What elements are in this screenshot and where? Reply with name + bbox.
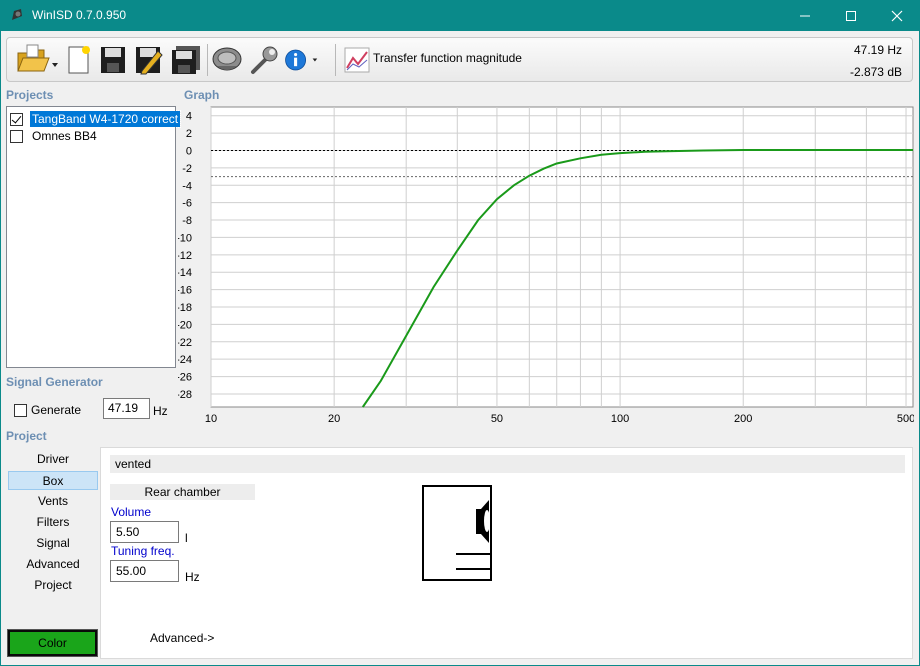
project-section-label: Project — [6, 429, 47, 443]
projects-section-label: Projects — [6, 88, 54, 102]
y-tick-label: -22 — [178, 337, 192, 349]
projects-list[interactable]: TangBand W4-1720 correct Omnes BB4 — [6, 106, 182, 368]
project-checkbox[interactable] — [10, 112, 23, 126]
graph-section-label: Graph — [184, 88, 220, 102]
generator-frequency-input[interactable]: 47.19 — [103, 398, 150, 419]
tuning-freq-unit: Hz — [185, 570, 200, 584]
save-as-button[interactable] — [132, 42, 166, 78]
app-icon — [12, 9, 22, 20]
save-all-button[interactable] — [169, 42, 203, 78]
driver-editor-button[interactable] — [210, 42, 244, 78]
tuning-freq-label: Tuning freq. — [111, 544, 175, 558]
nav-item-advanced[interactable]: Advanced — [8, 555, 98, 574]
nav-item-filters[interactable]: Filters — [8, 513, 98, 532]
volume-unit: l — [185, 531, 188, 545]
generate-label: Generate — [31, 403, 82, 417]
x-tick-labels: 10 20 50 100 200 500 — [205, 413, 914, 425]
new-document-icon — [68, 46, 90, 74]
new-project-button[interactable] — [62, 42, 96, 78]
box-panel: vented Rear chamber Volume 5.50 l Tuning… — [100, 447, 913, 659]
volume-input[interactable]: 5.50 — [110, 521, 179, 543]
project-item[interactable]: Omnes BB4 — [10, 128, 99, 144]
advanced-link[interactable]: Advanced-> — [150, 631, 214, 645]
folder-open-icon — [17, 44, 58, 72]
rear-chamber-header: Rear chamber — [110, 484, 255, 500]
save-icon — [101, 47, 125, 73]
y-tick-labels: 4 2 0 -2 -4 -6 -8 -10 -12 -14 -16 -18 -20 -22 -24 -26 -2… — [178, 111, 192, 401]
volume-label: Volume — [111, 505, 152, 519]
open-project-button[interactable] — [14, 42, 60, 78]
x-tick-label: 20 — [328, 413, 340, 425]
graph-type-button[interactable] — [340, 42, 374, 78]
y-tick-label: -6 — [182, 198, 192, 210]
y-tick-label: -28 — [178, 389, 192, 401]
project-name: TangBand W4-1720 correct — [28, 110, 182, 128]
generate-checkbox[interactable] — [14, 403, 27, 417]
color-button[interactable]: Color — [7, 629, 98, 657]
cursor-frequency-readout: 47.19 Hz — [853, 43, 902, 57]
y-tick-label: -8 — [182, 215, 192, 227]
y-tick-label: -12 — [178, 250, 192, 262]
signal-generator-section-label: Signal Generator — [6, 375, 103, 389]
x-tick-label: 500 — [897, 413, 914, 425]
tuning-freq-input[interactable]: 55.00 — [110, 560, 179, 582]
title-bar: WinISD 0.7.0.950 — [0, 0, 920, 31]
nav-item-box[interactable]: Box — [8, 471, 98, 490]
nav-item-vents[interactable]: Vents — [8, 492, 98, 511]
transfer-function-graph[interactable]: 420-2-4-6-8-10-12-14-16-18-20-22-24-26-2… — [178, 103, 914, 429]
save-button[interactable] — [96, 42, 130, 78]
y-tick-label: -14 — [178, 267, 192, 279]
x-tick-label: 100 — [611, 413, 629, 425]
x-tick-label: 50 — [491, 413, 503, 425]
nav-item-driver[interactable]: Driver — [8, 450, 98, 469]
info-icon — [285, 49, 318, 71]
wrench-icon — [251, 46, 278, 74]
generator-frequency-unit: Hz — [153, 404, 168, 418]
save-edit-icon — [136, 47, 163, 75]
project-name: Omnes BB4 — [32, 129, 97, 143]
project-item[interactable]: TangBand W4-1720 correct — [10, 110, 182, 128]
box-diagram — [422, 485, 492, 581]
cursor-level-readout: -2.873 dB — [849, 65, 902, 79]
y-tick-label: -20 — [178, 319, 192, 331]
graph-icon — [344, 47, 370, 73]
minimize-icon — [800, 15, 810, 16]
x-tick-label: 10 — [205, 413, 217, 425]
speaker-icon — [212, 47, 242, 71]
y-tick-label: 0 — [186, 145, 192, 157]
toolbar-separator — [207, 44, 208, 76]
window-title: WinISD 0.7.0.950 — [32, 8, 127, 22]
box-type-header: vented — [110, 455, 905, 473]
y-tick-label: -4 — [182, 180, 192, 192]
maximize-icon — [846, 10, 856, 21]
nav-item-project[interactable]: Project — [8, 576, 98, 595]
y-tick-label: -24 — [178, 354, 192, 366]
graph-type-label: Transfer function magnitude — [373, 51, 522, 65]
save-all-icon — [172, 46, 200, 74]
project-checkbox[interactable] — [10, 129, 23, 143]
y-tick-label: -26 — [178, 372, 192, 384]
nav-item-signal[interactable]: Signal — [8, 534, 98, 553]
about-button[interactable] — [284, 42, 318, 78]
close-button[interactable] — [874, 0, 920, 31]
y-tick-label: 4 — [186, 111, 192, 123]
graph-plot-area — [210, 106, 914, 408]
maximize-button[interactable] — [828, 0, 874, 31]
y-tick-label: 2 — [186, 128, 192, 140]
generate-toggle[interactable]: Generate — [14, 403, 81, 417]
y-tick-label: -10 — [178, 232, 192, 244]
tools-button[interactable] — [247, 42, 281, 78]
y-tick-label: -16 — [178, 285, 192, 297]
toolbar: Transfer function magnitude 47.19 Hz -2.… — [6, 37, 913, 82]
y-tick-label: -18 — [178, 302, 192, 314]
x-tick-label: 200 — [734, 413, 752, 425]
y-tick-label: -2 — [182, 163, 192, 175]
close-icon — [891, 10, 903, 21]
minimize-button[interactable] — [782, 0, 828, 31]
toolbar-separator — [335, 44, 336, 76]
